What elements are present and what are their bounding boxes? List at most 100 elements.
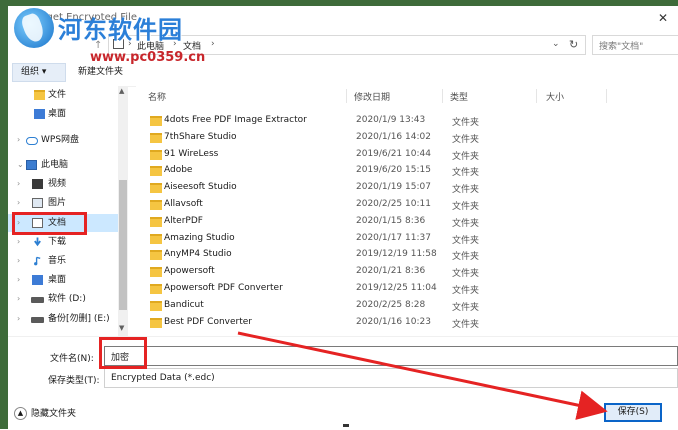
column-divider[interactable] [346,89,347,103]
organize-button[interactable]: 组织 ▾ [12,63,66,82]
nav-item-downloads[interactable]: › 下载 [8,233,118,251]
nav-item-label: 视频 [48,179,67,189]
file-list-row[interactable]: Aiseesoft Studio 2020/1/19 15:07 文件夹 [136,179,678,196]
nav-scrollbar[interactable]: ▲ ▼ [118,86,128,336]
breadcrumb-documents[interactable]: 文档 [183,39,201,52]
breadcrumb-separator: › [173,39,177,49]
file-list-row[interactable]: Bandicut 2020/2/25 8:28 文件夹 [136,297,678,314]
chevron-right-icon[interactable]: › [17,194,20,212]
folder-icon [34,90,45,100]
column-header-date[interactable]: 修改日期 [354,90,390,103]
file-list-row[interactable]: Adobe 2019/6/20 15:15 文件夹 [136,162,678,179]
up-arrow-icon[interactable]: ↑ [94,40,102,51]
file-name: Apowersoft PDF Converter [164,283,283,293]
file-type: 文件夹 [452,252,480,263]
pictures-icon [32,198,43,208]
file-list-row[interactable]: AnyMP4 Studio 2019/12/19 11:58 文件夹 [136,246,678,263]
computer-icon [26,160,37,170]
column-divider[interactable] [442,89,443,103]
file-list-row[interactable]: Apowersoft 2020/1/21 8:36 文件夹 [136,263,678,280]
file-modified-date: 2019/6/21 10:44 [356,148,431,159]
nav-item-label: 音乐 [48,256,67,266]
filename-label: 文件名(N): [50,354,94,364]
file-modified-date: 2020/1/17 11:37 [356,232,431,243]
file-type: 文件夹 [452,235,480,246]
scroll-down-icon[interactable]: ▼ [119,324,124,332]
drive-icon [31,297,44,303]
chevron-right-icon[interactable]: › [17,131,20,149]
hide-folders-toggle[interactable]: ▲ 隐藏文件夹 [14,406,76,422]
chevron-down-icon[interactable]: ⌄ [17,156,24,174]
address-bar-row: ↑ › 此电脑 › 文档 › ⌄ ↻ 搜索"文档" [8,30,678,60]
refresh-icon[interactable]: ↻ [569,38,578,51]
address-bar[interactable]: › 此电脑 › 文档 › ⌄ ↻ [108,35,586,55]
column-divider[interactable] [606,89,607,103]
folder-icon [150,149,162,160]
file-type: 文件夹 [452,168,480,179]
nav-item-drive-e[interactable]: › 备份[勿删] (E:) [8,310,118,328]
nav-item-label: 图片 [48,198,67,208]
chevron-right-icon[interactable]: › [17,175,20,193]
filetype-select[interactable]: Encrypted Data (*.edc) [104,368,678,388]
file-list-row[interactable]: 7thShare Studio 2020/1/16 14:02 文件夹 [136,129,678,146]
annotation-highlight-documents [12,212,87,235]
nav-item-files[interactable]: 文件 [8,86,118,104]
filename-input[interactable] [104,346,678,366]
dialog-titlebar: Target Encrypted File ✕ [8,6,678,30]
file-list-row[interactable]: Best PDF Converter 2020/1/16 10:23 文件夹 [136,314,678,331]
folder-icon [150,284,162,294]
file-list-row[interactable]: Amazing Studio 2020/1/17 11:37 文件夹 [136,230,678,247]
file-type: 文件夹 [452,286,480,296]
nav-item-label: 下载 [48,237,67,247]
close-icon[interactable]: ✕ [654,9,672,27]
save-button[interactable]: 保存(S) [604,403,662,422]
breadcrumb-separator: › [128,39,132,49]
file-list-row[interactable]: AlterPDF 2020/1/15 8:36 文件夹 [136,213,678,230]
search-input[interactable]: 搜索"文档" [592,35,678,55]
desktop-icon [32,275,43,285]
chevron-right-icon[interactable]: › [17,252,20,270]
video-icon [32,179,43,189]
file-type: 文件夹 [452,118,480,128]
file-modified-date: 2019/12/19 11:58 [356,249,437,260]
file-type: 文件夹 [452,202,480,212]
nav-item-this-pc[interactable]: ⌄ 此电脑 [8,156,118,174]
file-name: Best PDF Converter [164,316,253,327]
nav-item-label: 备份[勿删] (E:) [48,314,110,324]
nav-item-pictures[interactable]: › 图片 [8,194,118,212]
column-header-size[interactable]: 大小 [546,90,564,103]
file-list-row[interactable]: 4dots Free PDF Image Extractor 2020/1/9 1… [136,112,678,129]
chevron-right-icon[interactable]: › [17,233,20,251]
file-list-row[interactable]: Allavsoft 2020/2/25 10:11 文件夹 [136,196,678,213]
chevron-right-icon[interactable]: › [17,271,20,289]
download-icon [34,237,41,247]
breadcrumb-this-pc[interactable]: 此电脑 [137,39,164,52]
chevron-right-icon[interactable]: › [17,290,20,308]
file-modified-date: 2020/1/9 13:43 [356,115,426,125]
scroll-up-icon[interactable]: ▲ [119,87,124,95]
file-name: 4dots Free PDF Image Extractor [164,115,307,125]
nav-item-desktop-folder[interactable]: 桌面 [8,105,118,123]
file-modified-date: 2020/1/19 15:07 [356,182,431,193]
nav-item-music[interactable]: › 音乐 [8,252,118,270]
file-modified-date: 2020/1/16 10:23 [356,316,431,327]
file-name: AnyMP4 Studio [164,249,232,260]
new-folder-button[interactable]: 新建文件夹 [74,63,127,82]
folder-icon [150,116,162,126]
column-divider[interactable] [536,89,537,103]
nav-item-drive-d[interactable]: › 软件 (D:) [8,290,118,308]
file-list-row[interactable]: Apowersoft PDF Converter 2019/12/25 11:04… [136,280,678,297]
desktop-folder-icon [34,109,45,119]
nav-item-wps-cloud[interactable]: › WPS网盘 [8,131,118,149]
nav-item-videos[interactable]: › 视频 [8,175,118,193]
file-type: 文件夹 [452,319,480,330]
nav-scrollbar-thumb[interactable] [119,180,127,310]
file-list-row[interactable]: 91 WireLess 2019/6/21 10:44 文件夹 [136,146,678,163]
file-name: Apowersoft [164,266,215,277]
nav-item-desktop[interactable]: › 桌面 [8,271,118,289]
nav-item-label: 文件 [48,90,67,100]
chevron-right-icon[interactable]: › [17,310,20,328]
column-header-name[interactable]: 名称 [148,90,166,103]
column-header-type[interactable]: 类型 [450,90,468,103]
address-dropdown-icon[interactable]: ⌄ [552,39,560,49]
